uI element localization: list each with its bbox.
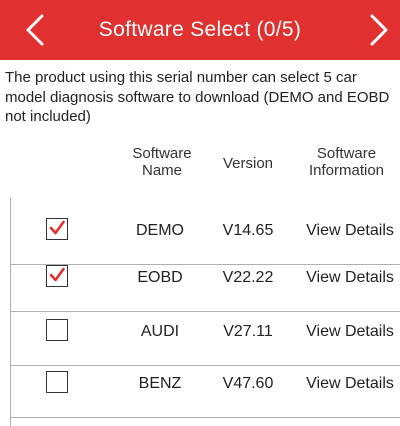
row-checkbox[interactable] xyxy=(46,319,68,341)
page-title: Software Select (0/5) xyxy=(98,18,302,41)
column-header-name: Software Name xyxy=(132,145,192,179)
row-checkbox[interactable] xyxy=(46,265,68,287)
description-text: The product using this serial number can… xyxy=(5,69,390,125)
checkmark-icon xyxy=(49,267,65,282)
row-checkbox[interactable] xyxy=(46,371,68,393)
column-header-info: Software Information xyxy=(308,145,385,179)
forward-button[interactable] xyxy=(360,10,396,50)
column-header-version: Version xyxy=(222,155,274,172)
software-name: BENZ xyxy=(138,375,182,392)
header-bar: Software Select (0/5) xyxy=(0,0,400,60)
row-checkbox[interactable] xyxy=(46,218,68,240)
checkmark-icon xyxy=(49,220,65,235)
table-row: BENZ V47.60 View Details xyxy=(10,351,400,418)
software-version: V47.60 xyxy=(222,375,274,392)
chevron-right-icon xyxy=(370,14,388,46)
view-details-link[interactable]: View Details xyxy=(295,351,400,417)
